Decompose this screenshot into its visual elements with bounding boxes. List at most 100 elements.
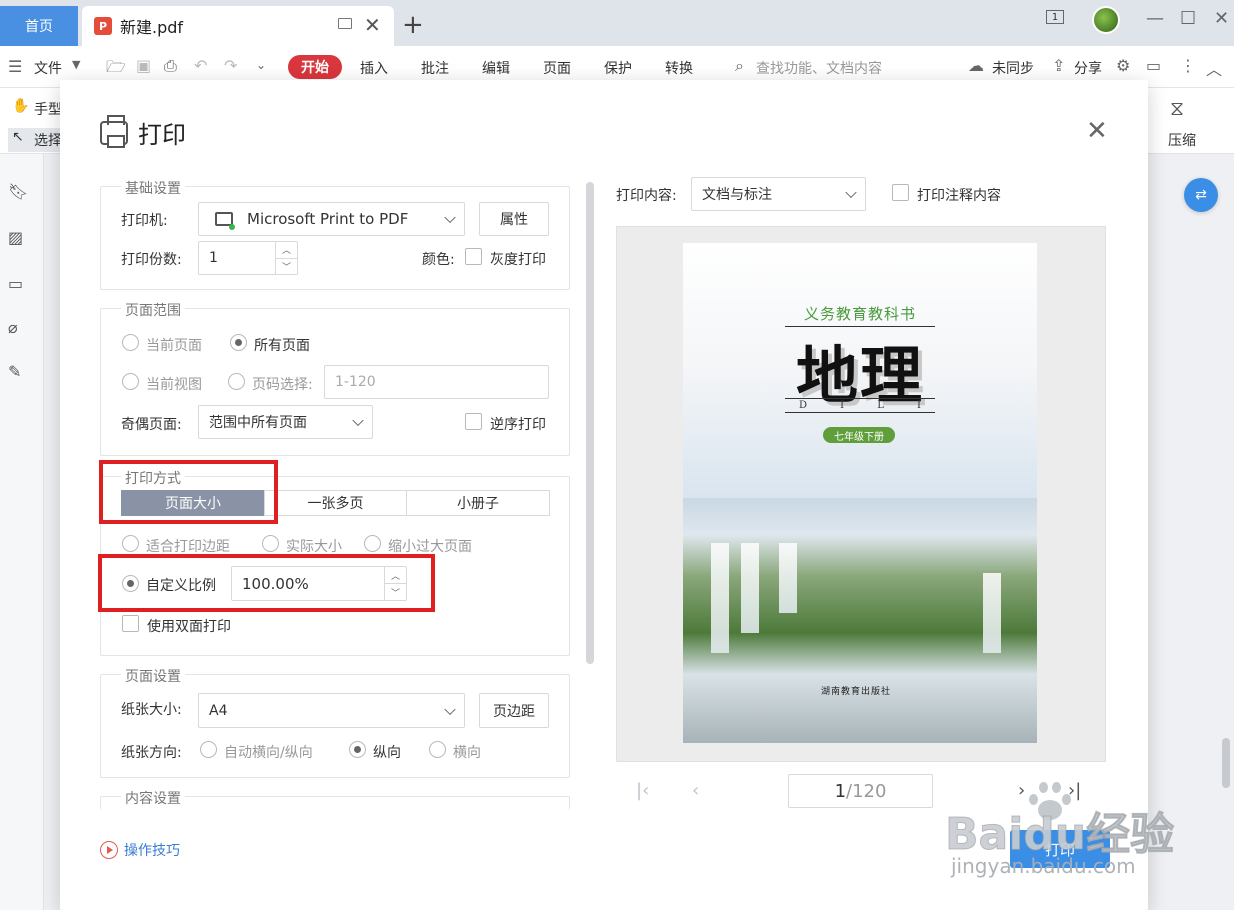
attachment-icon[interactable]: ⌀ [8,318,26,337]
bookmark-icon[interactable]: 🔖︎ [8,182,28,201]
redo-icon[interactable]: ↷ [224,56,237,75]
seg-multi-page[interactable]: 一张多页 [264,490,407,516]
monitor-icon[interactable] [338,18,352,29]
select-tool-label[interactable]: 选择 [34,130,62,150]
menu-annotate[interactable]: 批注 [421,58,449,78]
undo-icon[interactable]: ↶ [194,56,207,75]
menu-convert[interactable]: 转换 [665,58,693,78]
print-content-select[interactable]: 文档与标注 [691,177,866,211]
save-icon[interactable]: ▣ [136,56,151,75]
compress-label[interactable]: 压缩 [1168,130,1196,150]
collapse-ribbon-icon[interactable]: ︿ [1206,56,1222,80]
current-page-label[interactable]: 当前页面 [146,335,202,355]
seg-booklet[interactable]: 小册子 [406,490,550,516]
radio-auto-orientation[interactable] [200,741,217,758]
tab-document-title: 新建.pdf [120,18,184,37]
window-close-icon[interactable]: ✕ [1214,8,1229,29]
maximize-icon[interactable]: ☐ [1180,8,1196,29]
menu-page[interactable]: 页面 [543,58,571,78]
select-tool-icon[interactable]: ↖ [12,129,24,145]
tab-close-icon[interactable]: ✕ [364,13,381,37]
copies-down-icon[interactable]: ﹀ [276,257,297,275]
odd-even-value: 范围中所有页面 [209,415,307,431]
actual-size-label[interactable]: 实际大小 [286,536,342,556]
new-tab-icon[interactable]: + [402,10,424,40]
radio-portrait[interactable] [349,741,366,758]
menu-protect[interactable]: 保护 [604,58,632,78]
tab-home[interactable]: 首页 [0,6,78,46]
preview-page: 义务教育教科书 地理 DILI 七年级下册 湖南教育出版社 [683,243,1037,743]
radio-fit-margin[interactable] [122,535,139,552]
radio-current-page[interactable] [122,334,139,351]
reverse-checkbox[interactable] [465,413,482,430]
open-folder-icon[interactable]: 🗁 [106,56,126,83]
tab-start[interactable]: 开始 [288,55,342,79]
tab-document[interactable]: P 新建.pdf ✕ [82,6,394,46]
radio-current-view[interactable] [122,373,139,390]
menu-edit[interactable]: 编辑 [482,58,510,78]
search-input[interactable]: 查找功能、文档内容 [756,58,882,78]
share-button[interactable]: 分享 [1074,58,1102,78]
all-pages-label[interactable]: 所有页面 [254,335,310,355]
minimize-icon[interactable]: — [1146,8,1164,29]
radio-landscape[interactable] [429,741,446,758]
chevron-down-icon[interactable]: ▼ [72,58,80,71]
current-view-label[interactable]: 当前视图 [146,374,202,394]
image-icon[interactable]: ▨ [8,228,26,247]
radio-shrink[interactable] [364,535,381,552]
fit-margin-label[interactable]: 适合打印边距 [146,536,230,556]
print-comments-checkbox[interactable] [892,184,909,201]
print-icon[interactable]: ⎙ [164,56,177,76]
message-icon[interactable]: ▭ [1146,56,1161,75]
cloud-icon[interactable]: ☁ [968,56,984,75]
search-icon[interactable]: ⌕ [735,56,744,76]
signature-icon[interactable]: ✎ [8,362,26,381]
gear-icon[interactable]: ⚙ [1116,56,1130,75]
tips-link[interactable]: 操作技巧 [100,840,180,860]
grayscale-label[interactable]: 灰度打印 [490,249,546,269]
scrollbar[interactable] [1222,738,1230,788]
hand-tool-label[interactable]: 手型 [34,99,62,119]
quick-access-more-icon[interactable]: ⌄ [256,58,266,72]
paper-size-select[interactable]: A4 [198,693,465,728]
settings-scrollbar[interactable] [586,182,594,664]
reverse-label[interactable]: 逆序打印 [490,414,546,434]
prev-page-icon[interactable]: ‹ [692,780,699,801]
page-select-label[interactable]: 页码选择: [252,374,313,394]
hand-tool-icon[interactable]: ✋ [12,98,29,114]
properties-button[interactable]: 属性 [479,202,549,236]
copies-up-icon[interactable]: ︿ [276,242,297,258]
grayscale-checkbox[interactable] [465,248,482,265]
shrink-label[interactable]: 缩小过大页面 [388,536,472,556]
avatar[interactable] [1092,6,1120,34]
comment-icon[interactable]: ▭ [8,274,26,293]
auto-orientation-label[interactable]: 自动横向/纵向 [224,742,313,762]
sync-status[interactable]: 未同步 [992,58,1034,78]
duplex-checkbox[interactable] [122,615,139,632]
radio-all-pages[interactable] [230,334,247,351]
more-icon[interactable]: ⋮ [1180,56,1196,75]
dialog-close-icon[interactable]: ✕ [1086,116,1108,146]
print-comments-label[interactable]: 打印注释内容 [917,185,1001,205]
translate-float-icon[interactable]: ⇄ [1184,178,1218,212]
copies-stepper[interactable]: 1 ︿ ﹀ [198,241,298,275]
page-select-input[interactable]: 1-120 [324,365,549,399]
cover-pinyin: DILI [785,398,935,413]
tips-label[interactable]: 操作技巧 [124,840,180,860]
compress-icon[interactable]: ⧖ [1170,96,1184,120]
radio-page-select[interactable] [228,373,245,390]
hamburger-icon[interactable]: ☰ [8,57,22,76]
first-page-icon[interactable]: |‹ [636,780,649,801]
page-number-input[interactable]: 1/120 [788,774,933,808]
duplex-label[interactable]: 使用双面打印 [147,616,231,636]
menu-file[interactable]: 文件 [34,58,62,78]
odd-even-select[interactable]: 范围中所有页面 [198,405,373,439]
radio-actual-size[interactable] [262,535,279,552]
portrait-label[interactable]: 纵向 [373,742,401,762]
margin-button[interactable]: 页边距 [479,693,549,728]
share-icon[interactable]: ⇪ [1052,56,1065,75]
menu-insert[interactable]: 插入 [360,58,388,78]
printer-select[interactable]: Microsoft Print to PDF [198,202,465,236]
tab-count-icon[interactable]: 1 [1046,10,1064,24]
landscape-label[interactable]: 横向 [453,742,481,762]
